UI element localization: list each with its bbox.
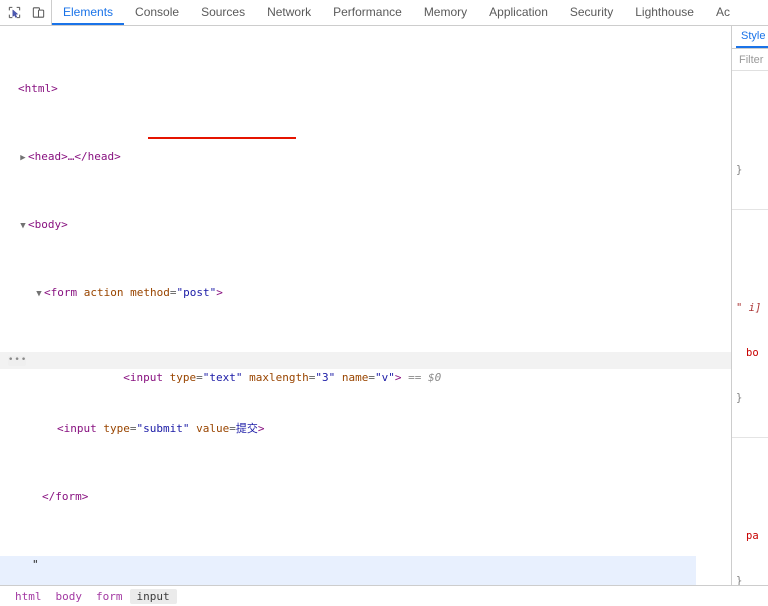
breadcrumb-label: form xyxy=(96,589,123,603)
dom-node-input-text[interactable]: ••• <input type="text" maxlength="3" name… xyxy=(0,352,731,384)
panel-tabs: Elements Console Sources Network Perform… xyxy=(52,0,768,25)
node-attr-value: "v" xyxy=(374,371,395,384)
node-attr-name: value xyxy=(196,422,230,435)
tab-label: Performance xyxy=(333,4,402,19)
node-attr-name: type xyxy=(169,371,197,384)
sidebar-tabs: Style xyxy=(732,26,768,49)
tab-network[interactable]: Network xyxy=(256,0,322,25)
tab-lighthouse[interactable]: Lighthouse xyxy=(624,0,705,25)
node-tag-close: > xyxy=(216,286,223,299)
tab-label: Ac xyxy=(715,4,730,19)
tab-console[interactable]: Console xyxy=(124,0,190,25)
devtools-window: Elements Console Sources Network Perform… xyxy=(0,0,768,606)
tab-security[interactable]: Security xyxy=(559,0,624,25)
dom-breadcrumb: html body form input xyxy=(0,585,768,606)
breadcrumb-label: body xyxy=(55,589,83,603)
breadcrumb-item-html[interactable]: html xyxy=(8,589,49,604)
node-attr-value: "3" xyxy=(315,371,336,384)
breadcrumb-label: input xyxy=(136,589,170,603)
tab-label: Console xyxy=(135,4,180,19)
chevron-right-icon[interactable] xyxy=(18,150,28,167)
tab-label: Application xyxy=(489,4,548,19)
devtools-toolbar: Elements Console Sources Network Perform… xyxy=(0,0,768,26)
tab-label: Network xyxy=(267,4,312,19)
rule-property[interactable]: pa xyxy=(736,529,768,544)
dom-node-head[interactable]: <head>…</head> xyxy=(0,148,731,165)
node-ellipsis-badge[interactable]: ••• xyxy=(8,356,26,366)
node-attr-name: method xyxy=(130,286,170,299)
node-attr-value: 提交 xyxy=(235,422,258,435)
styles-sidebar: Style elem } input " i] bo } input xyxy=(731,26,768,585)
chevron-down-icon[interactable] xyxy=(34,286,44,303)
node-text: <html> xyxy=(18,82,58,95)
dom-node-html-open[interactable]: <html> xyxy=(0,80,731,97)
breadcrumb-item-body[interactable]: body xyxy=(49,589,90,604)
device-toolbar-icon[interactable] xyxy=(30,4,47,21)
node-attr-name: name xyxy=(341,371,369,384)
node-tag-close: > xyxy=(257,422,265,435)
node-tag: <input xyxy=(57,422,97,435)
tab-application[interactable]: Application xyxy=(478,0,559,25)
tab-sources[interactable]: Sources xyxy=(190,0,256,25)
tab-performance[interactable]: Performance xyxy=(322,0,413,25)
dom-node-input-submit[interactable]: <input type="submit" value=提交> xyxy=(0,420,731,437)
breadcrumb-item-form[interactable]: form xyxy=(89,589,130,604)
tab-label: Elements xyxy=(63,4,114,19)
node-attr-name: type xyxy=(103,422,130,435)
sidebar-tab-label: Style xyxy=(741,30,766,42)
node-text: <head>…</head> xyxy=(28,150,121,163)
selected-node-marker: == $0 xyxy=(408,371,442,384)
node-text: <body> xyxy=(28,218,68,231)
node-attr-value: "post" xyxy=(176,286,217,299)
rule-close-brace: } xyxy=(736,164,743,176)
node-text: </form> xyxy=(42,490,89,503)
style-rule-input-2[interactable]: input pa } xyxy=(732,483,768,585)
inspect-element-icon[interactable] xyxy=(6,4,23,21)
chevron-down-icon[interactable] xyxy=(18,218,28,235)
rule-close-brace: } xyxy=(736,575,743,585)
text-node-quote: " xyxy=(32,558,39,571)
tab-elements[interactable]: Elements xyxy=(52,0,125,25)
dom-text-node-key[interactable]: " key is 768HKyu678567&*&K" xyxy=(0,556,696,585)
tab-label: Security xyxy=(569,4,614,19)
node-tag: <form xyxy=(44,286,78,299)
node-tag: <input xyxy=(123,371,163,384)
rule-selector-cont: " i] xyxy=(736,302,762,314)
devtools-main: <html> <head>…</head> <body> <form actio… xyxy=(0,26,768,585)
styles-filter-input[interactable] xyxy=(737,52,768,67)
tab-styles[interactable]: Style xyxy=(736,26,768,48)
tab-label: Memory xyxy=(423,4,468,19)
dom-tree-pane[interactable]: <html> <head>…</head> <body> <form actio… xyxy=(0,26,731,585)
node-attr-value: "submit" xyxy=(136,422,190,435)
node-attr-name: maxlength xyxy=(249,371,309,384)
tab-label: Sources xyxy=(201,4,246,19)
tab-memory[interactable]: Memory xyxy=(413,0,478,25)
breadcrumb-label: html xyxy=(15,589,42,603)
dom-tree: <html> <head>…</head> <body> <form actio… xyxy=(0,29,731,585)
styles-rules-list[interactable]: elem } input " i] bo } input pa } input … xyxy=(732,71,768,585)
tab-label: Lighthouse xyxy=(635,4,694,19)
dom-node-body-open[interactable]: <body> xyxy=(0,216,731,233)
style-rule-element-style[interactable]: elem } xyxy=(732,117,768,210)
rule-close-brace: } xyxy=(736,392,743,404)
dom-node-form-open[interactable]: <form action method="post"> xyxy=(0,284,731,301)
breadcrumb-item-input[interactable]: input xyxy=(129,588,177,604)
styles-filter-row[interactable] xyxy=(732,49,768,71)
style-rule-input-1[interactable]: input " i] bo } xyxy=(732,255,768,438)
dom-node-form-close[interactable]: </form> xyxy=(0,488,731,505)
tab-accessibility[interactable]: Ac xyxy=(705,0,741,25)
toolbar-icon-group xyxy=(0,0,52,25)
node-attr-value: "text" xyxy=(202,371,243,384)
rule-property[interactable]: bo xyxy=(736,346,768,361)
node-attr-name: action xyxy=(83,286,124,299)
